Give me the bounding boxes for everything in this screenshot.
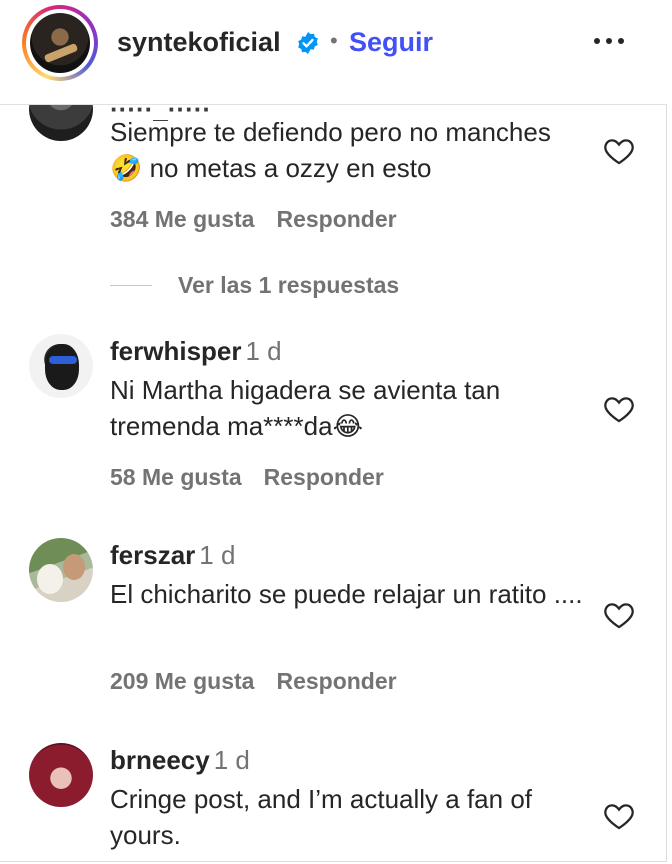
- comments-list[interactable]: ·····_····· Siempre te defiendo pero no …: [0, 104, 667, 862]
- follow-button[interactable]: Seguir: [349, 27, 433, 58]
- comment-author[interactable]: ferwhisper: [110, 336, 242, 366]
- comment-author-line: brneecy 1 d: [110, 745, 250, 776]
- profile-username[interactable]: syntekoficial: [117, 27, 281, 58]
- comment-meta: 384 Me gusta Responder: [110, 206, 397, 233]
- reply-button[interactable]: Responder: [276, 206, 396, 232]
- comment-author[interactable]: brneecy: [110, 745, 210, 775]
- verified-badge-icon: [298, 32, 318, 54]
- avatar-photo: [30, 13, 90, 73]
- heart-icon[interactable]: [602, 134, 636, 168]
- comment-text: El chicharito se puede relajar un ratito…: [110, 579, 583, 609]
- view-replies-label: Ver las 1 respuestas: [178, 272, 400, 298]
- commenter-avatar[interactable]: [29, 743, 93, 807]
- more-options-icon[interactable]: [594, 38, 624, 44]
- heart-icon[interactable]: [602, 799, 636, 833]
- commenter-avatar[interactable]: [29, 104, 93, 141]
- heart-icon[interactable]: [602, 598, 636, 632]
- comment-text: Ni Martha higadera se avienta tan tremen…: [110, 375, 501, 441]
- like-count: 58 Me gusta: [110, 464, 242, 490]
- commenter-avatar[interactable]: [29, 538, 93, 602]
- heart-icon[interactable]: [602, 392, 636, 426]
- comment-meta: 58 Me gusta Responder: [110, 464, 384, 491]
- view-replies-button[interactable]: Ver las 1 respuestas: [110, 272, 399, 299]
- reply-button[interactable]: Responder: [264, 464, 384, 490]
- comment-text: Cringe post, and I’m actually a fan of y…: [110, 784, 533, 850]
- reply-button[interactable]: Responder: [276, 668, 396, 694]
- comment-time: 1 d: [245, 336, 282, 366]
- comment-meta: 209 Me gusta Responder: [110, 668, 397, 695]
- comment-time: 1 d: [199, 540, 236, 570]
- comment-author-line: ferwhisper 1 d: [110, 336, 282, 367]
- comment-text: Siempre te defiendo pero no manches 🤣 no…: [110, 117, 551, 183]
- post-comments-panel: syntekoficial • Seguir ·····_····· Siemp…: [0, 0, 667, 862]
- divider: [110, 285, 152, 286]
- comment-author-line: ferszar 1 d: [110, 540, 235, 571]
- commenter-avatar[interactable]: [29, 334, 93, 398]
- like-count: 384 Me gusta: [110, 206, 255, 232]
- profile-avatar[interactable]: [22, 5, 98, 81]
- separator-dot: •: [330, 28, 338, 53]
- comment-author[interactable]: ferszar: [110, 540, 195, 570]
- comment-time: 1 d: [213, 745, 250, 775]
- like-count: 209 Me gusta: [110, 668, 255, 694]
- post-header: syntekoficial • Seguir: [0, 0, 667, 105]
